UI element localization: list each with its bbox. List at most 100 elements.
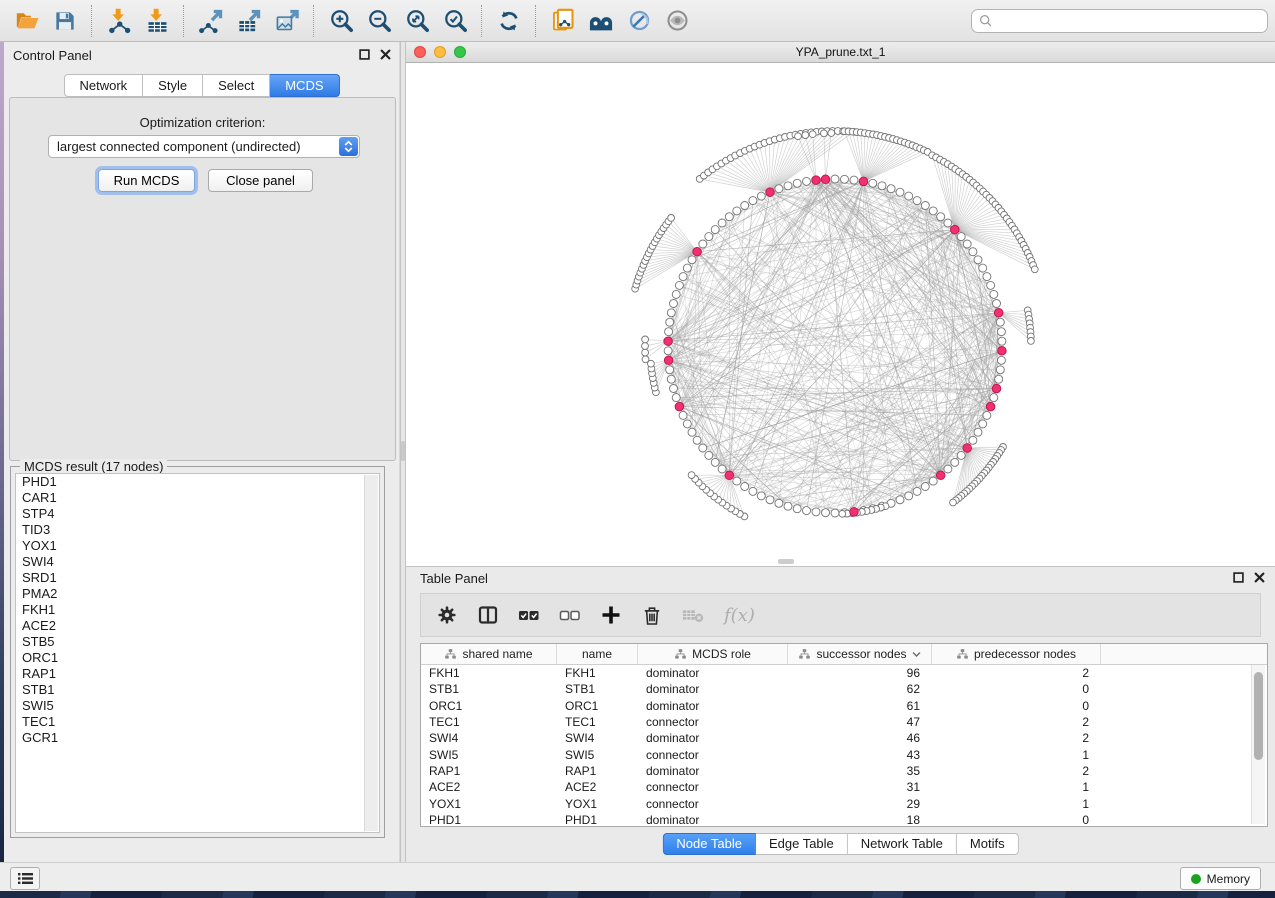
graph-node[interactable] bbox=[974, 428, 982, 436]
mcds-result-item[interactable]: CAR1 bbox=[16, 490, 379, 506]
graph-node[interactable] bbox=[733, 207, 741, 215]
graph-node[interactable] bbox=[957, 451, 965, 459]
splitter-handle[interactable] bbox=[401, 441, 405, 461]
graph-node[interactable] bbox=[963, 240, 971, 248]
table-scrollbar[interactable] bbox=[1251, 665, 1265, 824]
mcds-result-item[interactable]: PHD1 bbox=[16, 474, 379, 490]
graph-hub-node[interactable] bbox=[664, 356, 673, 365]
mcds-result-item[interactable]: SWI5 bbox=[16, 698, 379, 714]
graph-node[interactable] bbox=[822, 509, 830, 517]
graph-node[interactable] bbox=[905, 192, 913, 200]
new-network-from-selection-button[interactable] bbox=[544, 3, 582, 39]
graph-leaf-node[interactable] bbox=[642, 343, 649, 350]
close-panel-icon[interactable] bbox=[380, 49, 391, 60]
graph-node[interactable] bbox=[688, 256, 696, 264]
network-canvas[interactable] bbox=[406, 63, 1275, 567]
import-table-button[interactable] bbox=[138, 3, 176, 39]
table-row[interactable]: YOX1YOX1connector291 bbox=[421, 795, 1267, 811]
graph-node[interactable] bbox=[725, 213, 733, 221]
graph-node[interactable] bbox=[784, 502, 792, 510]
export-table-button[interactable] bbox=[230, 3, 268, 39]
optimization-criterion-select[interactable]: largest connected component (undirected) bbox=[48, 135, 360, 158]
hide-glyphs-button[interactable] bbox=[620, 3, 658, 39]
graph-leaf-node[interactable] bbox=[839, 510, 846, 517]
graph-leaf-node[interactable] bbox=[821, 130, 828, 137]
column-header-mcds-role[interactable]: MCDS role bbox=[638, 644, 788, 664]
table-row[interactable]: RAP1RAP1dominator352 bbox=[421, 763, 1267, 779]
mcds-result-item[interactable]: PMA2 bbox=[16, 586, 379, 602]
graph-node[interactable] bbox=[667, 375, 675, 383]
zoom-selected-button[interactable] bbox=[436, 3, 474, 39]
graph-node[interactable] bbox=[718, 465, 726, 473]
close-panel-button[interactable]: Close panel bbox=[208, 169, 313, 192]
float-panel-icon[interactable] bbox=[1233, 572, 1244, 583]
graph-leaf-node[interactable] bbox=[950, 499, 957, 506]
mcds-result-item[interactable]: TID3 bbox=[16, 522, 379, 538]
graph-node[interactable] bbox=[793, 505, 801, 513]
graph-leaf-node[interactable] bbox=[668, 215, 675, 222]
graph-node[interactable] bbox=[711, 458, 719, 466]
graph-leaf-node[interactable] bbox=[642, 356, 649, 363]
graph-node[interactable] bbox=[749, 197, 757, 205]
graph-node[interactable] bbox=[869, 179, 877, 187]
search-input[interactable] bbox=[997, 11, 1267, 31]
graph-node[interactable] bbox=[705, 233, 713, 241]
deselect-all-rows-button[interactable] bbox=[558, 603, 582, 627]
select-all-rows-button[interactable] bbox=[517, 603, 541, 627]
graph-node[interactable] bbox=[705, 451, 713, 459]
graph-node[interactable] bbox=[929, 207, 937, 215]
graph-node[interactable] bbox=[688, 428, 696, 436]
graph-node[interactable] bbox=[803, 177, 811, 185]
graph-node[interactable] bbox=[664, 347, 672, 355]
list-scrollbar[interactable] bbox=[364, 475, 378, 831]
graph-leaf-node[interactable] bbox=[828, 130, 835, 137]
graph-node[interactable] bbox=[905, 492, 913, 500]
graph-node[interactable] bbox=[699, 240, 707, 248]
network-graph[interactable] bbox=[406, 63, 1275, 567]
zoom-fit-button[interactable] bbox=[398, 3, 436, 39]
graph-leaf-node[interactable] bbox=[795, 133, 802, 140]
graph-node[interactable] bbox=[887, 185, 895, 193]
graph-node[interactable] bbox=[683, 264, 691, 272]
graph-node[interactable] bbox=[990, 394, 998, 402]
graph-node[interactable] bbox=[679, 273, 687, 281]
graph-hub-node[interactable] bbox=[994, 309, 1003, 318]
column-header-name[interactable]: name bbox=[557, 644, 638, 664]
task-history-button[interactable] bbox=[10, 867, 40, 890]
refresh-button[interactable] bbox=[490, 3, 528, 39]
graph-node[interactable] bbox=[957, 233, 965, 241]
mcds-result-item[interactable]: SRD1 bbox=[16, 570, 379, 586]
graph-node[interactable] bbox=[944, 465, 952, 473]
show-columns-button[interactable] bbox=[476, 603, 500, 627]
export-image-button[interactable] bbox=[268, 3, 306, 39]
table-options-button[interactable] bbox=[435, 603, 459, 627]
graph-hub-node[interactable] bbox=[936, 471, 945, 480]
graph-hub-node[interactable] bbox=[963, 444, 972, 453]
tab-select[interactable]: Select bbox=[203, 74, 270, 97]
tab-network-table[interactable]: Network Table bbox=[848, 833, 957, 855]
tab-edge-table[interactable]: Edge Table bbox=[756, 833, 848, 855]
graph-leaf-node[interactable] bbox=[809, 131, 816, 138]
graph-node[interactable] bbox=[665, 328, 673, 336]
graph-node[interactable] bbox=[850, 176, 858, 184]
graph-node[interactable] bbox=[711, 226, 719, 234]
tab-mcds[interactable]: MCDS bbox=[270, 74, 339, 97]
graph-node[interactable] bbox=[679, 411, 687, 419]
graph-node[interactable] bbox=[841, 175, 849, 183]
graph-node[interactable] bbox=[766, 496, 774, 504]
table-row[interactable]: PHD1PHD1dominator180 bbox=[421, 812, 1267, 827]
graph-node[interactable] bbox=[666, 318, 674, 326]
graph-hub-node[interactable] bbox=[675, 402, 684, 411]
table-row[interactable]: STB1STB1dominator620 bbox=[421, 681, 1267, 697]
column-header-shared-name[interactable]: shared name bbox=[421, 644, 557, 664]
mcds-result-item[interactable]: RAP1 bbox=[16, 666, 379, 682]
graph-hub-node[interactable] bbox=[812, 176, 821, 185]
delete-columns-button[interactable] bbox=[640, 603, 664, 627]
mcds-result-item[interactable]: ORC1 bbox=[16, 650, 379, 666]
network-window-titlebar[interactable]: YPA_prune.txt_1 bbox=[406, 42, 1275, 63]
import-network-button[interactable] bbox=[100, 3, 138, 39]
column-header-successor-nodes[interactable]: successor nodes bbox=[788, 644, 932, 664]
graph-node[interactable] bbox=[693, 436, 701, 444]
graph-leaf-node[interactable] bbox=[1028, 338, 1035, 345]
graph-node[interactable] bbox=[878, 182, 886, 190]
